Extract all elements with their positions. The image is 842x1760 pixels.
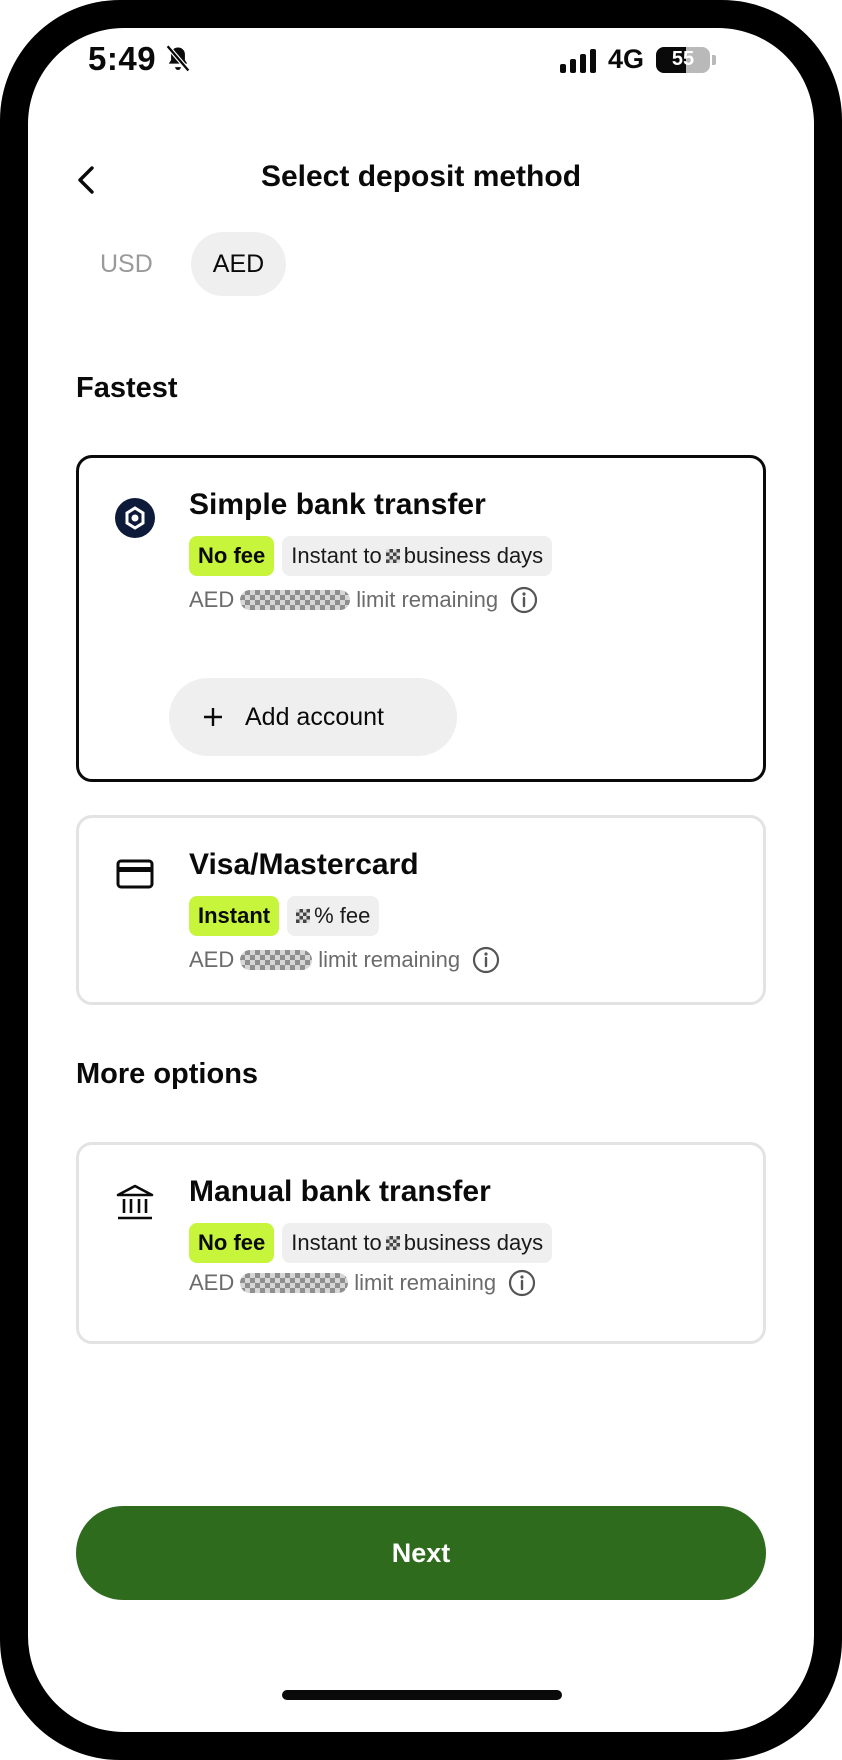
fee-label: % fee: [314, 903, 371, 928]
plus-icon: [204, 708, 222, 726]
status-time: 5:49: [88, 40, 192, 78]
info-icon[interactable]: [508, 1269, 536, 1297]
limit-currency: AED: [189, 947, 235, 972]
tab-aed[interactable]: AED: [190, 232, 287, 296]
speed-suffix: business days: [403, 1230, 544, 1255]
limit-currency: AED: [189, 587, 235, 612]
next-button[interactable]: Next: [76, 1506, 766, 1600]
battery-icon: 55: [656, 46, 711, 73]
redacted-number: [385, 1236, 400, 1250]
page-title: Select deposit method: [260, 160, 582, 193]
speed-suffix: business days: [403, 543, 544, 568]
limit-row: AED limit remaining: [189, 1269, 536, 1297]
home-indicator[interactable]: [282, 1690, 562, 1700]
redacted-number: [385, 549, 400, 563]
speed-prefix: Instant to: [291, 543, 382, 568]
method-badges: No fee Instant to business days: [189, 536, 553, 576]
bank-building-icon: [113, 1181, 157, 1225]
section-heading-fastest: Fastest: [76, 372, 178, 404]
fee-badge: No fee: [189, 536, 275, 576]
redacted-amount: [240, 1273, 349, 1293]
limit-label: limit remaining: [354, 1270, 497, 1295]
battery-level-label: 55: [671, 48, 695, 70]
redacted-number: [296, 909, 311, 923]
network-label: 4G: [608, 44, 645, 74]
limit-row: AED limit remaining: [189, 946, 500, 974]
limit-row: AED limit remaining: [189, 586, 538, 614]
limit-label: limit remaining: [318, 947, 461, 972]
method-card-visa-mastercard[interactable]: Visa/Mastercard Instant % fee AED limit …: [76, 815, 766, 1005]
info-icon[interactable]: [510, 586, 538, 614]
redacted-amount: [240, 950, 313, 970]
speed-badge: Instant to business days: [282, 536, 553, 576]
fee-badge: No fee: [189, 1223, 275, 1263]
chevron-left-icon: [78, 166, 94, 194]
currency-tabs: USD AED: [78, 232, 287, 296]
speed-badge: Instant to business days: [282, 1223, 553, 1263]
info-icon[interactable]: [472, 946, 500, 974]
method-title: Simple bank transfer: [189, 488, 486, 521]
method-title: Visa/Mastercard: [189, 848, 419, 881]
section-heading-more-options: More options: [76, 1058, 259, 1090]
fee-badge: % fee: [287, 896, 380, 936]
bell-slash-icon: [165, 44, 191, 73]
redacted-amount: [240, 590, 351, 610]
bank-logo-icon: [113, 496, 157, 540]
battery-tip: [712, 54, 717, 65]
method-card-manual-bank-transfer[interactable]: Manual bank transfer No fee Instant to b…: [76, 1142, 766, 1344]
method-title: Manual bank transfer: [189, 1175, 491, 1208]
method-badges: Instant % fee: [189, 896, 380, 936]
method-badges: No fee Instant to business days: [189, 1223, 553, 1263]
add-account-button[interactable]: Add account: [169, 678, 457, 756]
back-button[interactable]: [68, 160, 104, 200]
limit-label: limit remaining: [356, 587, 499, 612]
limit-currency: AED: [189, 1270, 235, 1295]
add-account-label: Add account: [245, 702, 384, 731]
credit-card-icon: [113, 852, 157, 896]
method-card-simple-bank-transfer[interactable]: Simple bank transfer No fee Instant to b…: [76, 455, 766, 782]
signal-bars-icon: [560, 47, 596, 73]
tab-usd[interactable]: USD: [78, 232, 175, 296]
time-label: 5:49: [88, 40, 157, 77]
speed-prefix: Instant to: [291, 1230, 382, 1255]
speed-badge: Instant: [189, 896, 280, 936]
status-indicators: 4G 55: [560, 44, 717, 75]
